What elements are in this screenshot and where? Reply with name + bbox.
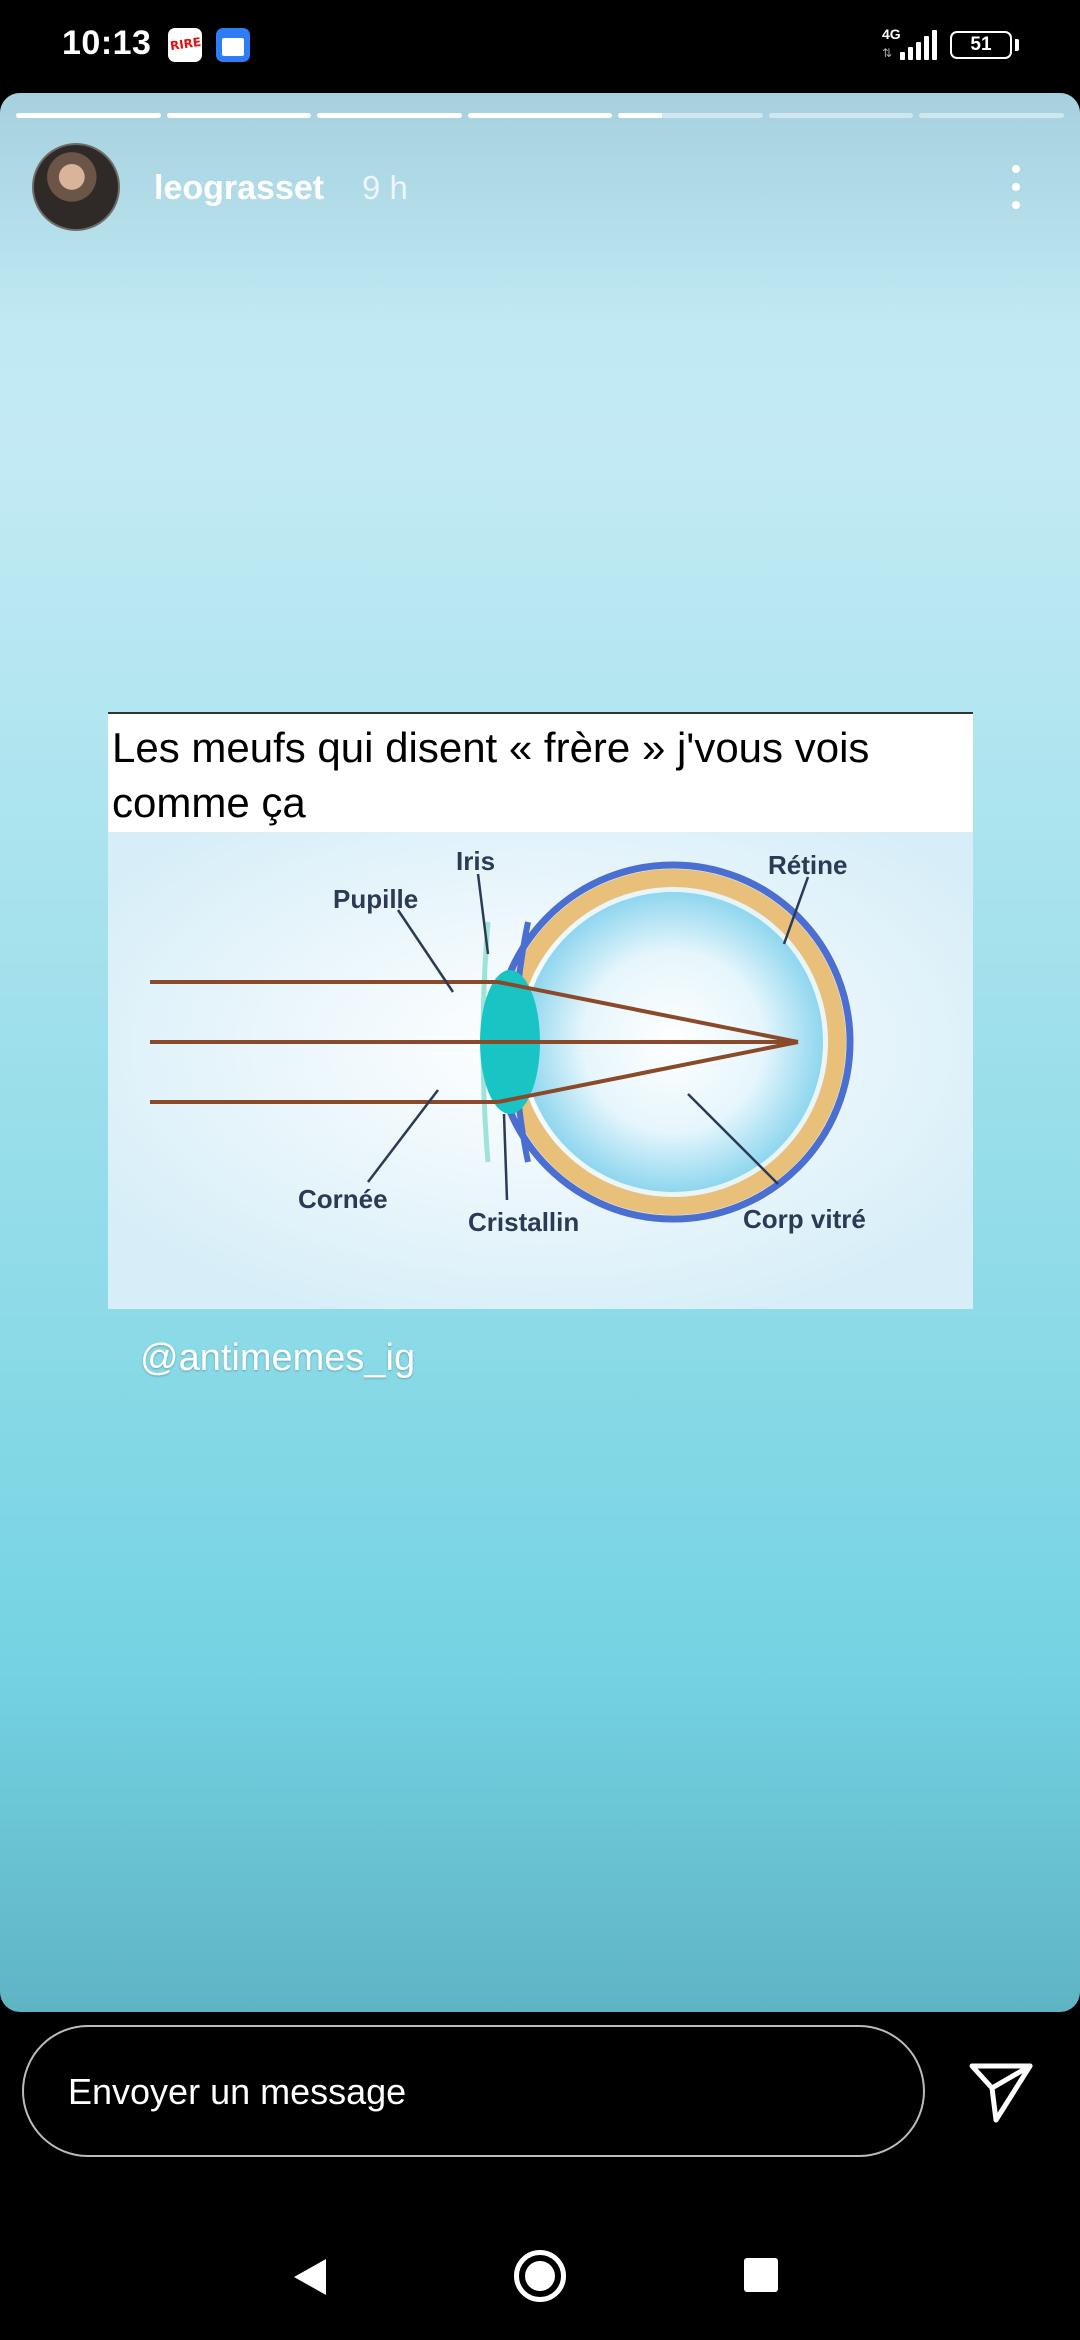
label-iris: Iris <box>456 846 495 876</box>
story-progress-segment <box>919 113 1065 118</box>
battery-level: 51 <box>970 34 992 55</box>
battery-tip <box>1015 39 1019 51</box>
label-pupille: Pupille <box>333 884 418 914</box>
meme-image: Les meufs qui disent « frère » j'vous vo… <box>108 712 973 1309</box>
rire-app-icon: RIRE <box>168 28 202 62</box>
story-progress-fill <box>317 113 462 118</box>
data-arrows-icon: ⇅ <box>882 46 893 60</box>
nav-home-icon[interactable] <box>514 2250 566 2302</box>
label-corp-vitre: Corp vitré <box>743 1204 866 1234</box>
message-placeholder: Envoyer un message <box>68 2071 407 2112</box>
story-progress-segment <box>166 113 312 118</box>
username[interactable]: leograsset <box>154 169 324 208</box>
story-progress-bar <box>16 113 1065 118</box>
story-progress-fill <box>618 113 662 118</box>
more-options-icon[interactable] <box>996 159 1036 215</box>
message-input[interactable]: Envoyer un message <box>22 2025 925 2157</box>
story-time-ago: 9 h <box>362 169 408 206</box>
battery-icon: 51 <box>950 31 1012 59</box>
eye-diagram: Iris Rétine Pupille Cornée Cristallin Co… <box>108 832 973 1309</box>
avatar[interactable] <box>32 143 120 231</box>
send-icon[interactable] <box>966 2056 1038 2128</box>
status-bar: 10:13 RIRE 4G ⇅ 51 <box>0 0 1080 92</box>
label-cristallin: Cristallin <box>468 1207 579 1237</box>
story-progress-fill <box>467 113 613 118</box>
story-progress-segment <box>467 113 613 118</box>
story-header-shade <box>0 93 1080 323</box>
story-viewer[interactable]: leograsset 9 h Les meufs qui disent « fr… <box>0 93 1080 2012</box>
story-progress-fill <box>166 113 312 118</box>
story-progress-segment <box>16 113 161 118</box>
mention-tag[interactable]: @antimemes_ig <box>140 1337 415 1380</box>
story-progress-segment <box>618 113 763 118</box>
label-cornee: Cornée <box>298 1184 388 1214</box>
nav-back-icon[interactable] <box>290 2255 330 2299</box>
story-progress-segment <box>768 113 914 118</box>
story-progress-fill <box>16 113 161 118</box>
story-progress-segment <box>317 113 462 118</box>
meme-caption: Les meufs qui disent « frère » j'vous vo… <box>112 724 870 826</box>
nav-recent-apps-icon[interactable] <box>744 2258 778 2292</box>
calendar-icon <box>216 28 250 62</box>
clock: 10:13 <box>62 24 152 62</box>
signal-icon <box>898 30 937 60</box>
label-retine: Rétine <box>768 850 847 880</box>
